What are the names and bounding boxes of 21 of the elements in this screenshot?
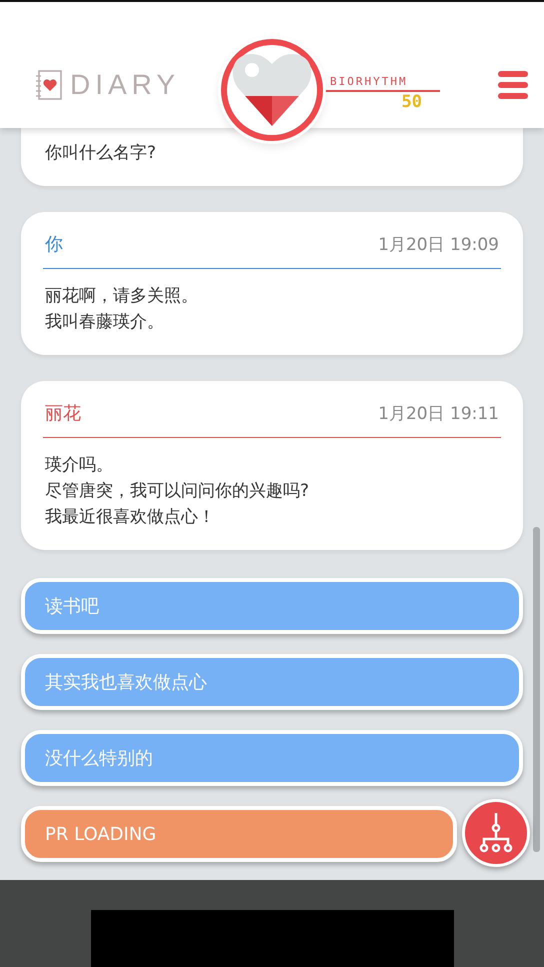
sender-name: 你 — [45, 233, 63, 256]
app-logo: DIARY — [70, 69, 180, 101]
message-text: 你叫什么名字? — [44, 142, 158, 165]
reply-option[interactable]: 其实我也喜欢做点心 — [21, 654, 523, 710]
reply-option[interactable]: 读书吧 — [21, 578, 523, 634]
tree-button[interactable] — [462, 799, 530, 867]
message-time: 1月20日 19:09 — [378, 234, 499, 256]
message-text: 我叫春藤瑛介。 — [44, 311, 165, 334]
message-text: 我最近很喜欢做点心！ — [44, 506, 216, 529]
menu-button[interactable] — [498, 71, 528, 99]
sender-name: 丽花 — [45, 402, 81, 425]
biorhythm-value: 50 — [402, 92, 423, 112]
reply-option[interactable]: 没什么特别的 — [21, 730, 523, 786]
loading-button[interactable]: PR LOADING — [21, 806, 457, 862]
message-time: 1月20日 19:11 — [378, 402, 499, 424]
diary-icon — [36, 70, 62, 100]
hierarchy-icon — [478, 813, 514, 853]
scrollbar[interactable] — [533, 527, 540, 852]
message-text: 尽管唐突，我可以问问你的兴趣吗? — [44, 480, 310, 503]
message-text: 瑛介吗。 — [44, 454, 114, 477]
message-text: 丽花啊，请多关照。 — [44, 285, 199, 308]
